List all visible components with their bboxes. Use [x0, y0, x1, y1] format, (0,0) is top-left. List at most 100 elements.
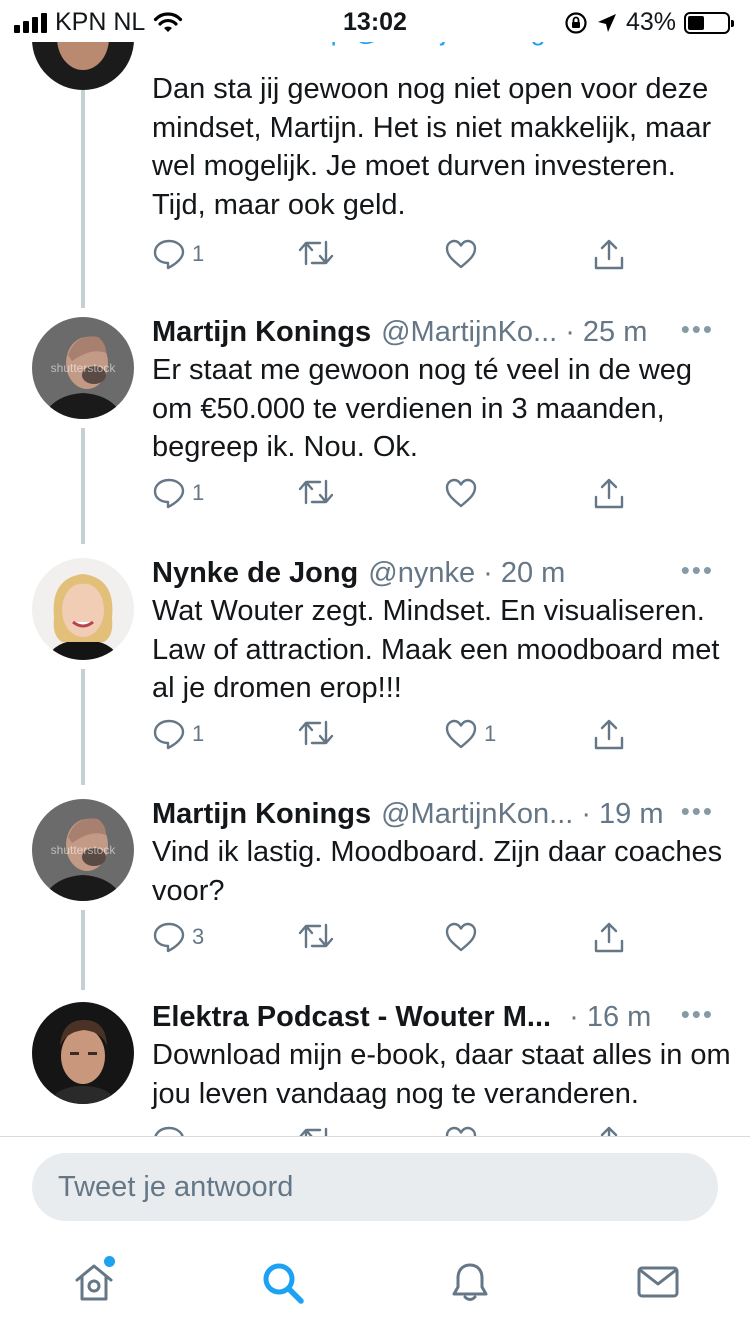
reply-count: 1 [192, 480, 205, 505]
retweet-icon [298, 720, 334, 746]
like-button[interactable] [444, 921, 484, 953]
heart-icon [445, 922, 477, 952]
more-options-icon[interactable]: ••• [681, 999, 714, 1030]
tweet-text: Dan sta jij gewoon nog niet open voor de… [152, 73, 712, 221]
author-handle[interactable]: @MartijnKo... [381, 316, 557, 349]
tweet-actions: 1 1 [152, 718, 652, 758]
retweet-icon [298, 923, 334, 949]
tweet-item[interactable]: shutterstock Martijn Konings @MartijnKon… [0, 794, 750, 994]
reply-button[interactable]: 1 [152, 238, 204, 270]
avatar-watermark: shutterstock [51, 361, 117, 375]
retweet-button[interactable] [298, 477, 334, 507]
avatar-photo-man: shutterstock [32, 317, 134, 419]
thread-line [81, 428, 85, 544]
tweet-text: Wat Wouter zegt. Mindset. En visualisere… [152, 595, 720, 704]
share-icon [594, 922, 624, 953]
reply-icon [153, 719, 185, 750]
share-icon [594, 719, 624, 750]
reply-icon [153, 922, 185, 953]
tab-messages[interactable] [636, 1260, 680, 1309]
author-name[interactable]: Elektra Podcast - Wouter M... [152, 1001, 551, 1034]
share-button[interactable] [592, 718, 626, 752]
reply-button[interactable]: 1 [152, 718, 204, 750]
share-button[interactable] [592, 238, 626, 272]
like-button[interactable] [444, 1125, 478, 1136]
more-options-icon[interactable]: ••• [681, 796, 714, 827]
tweet-time: · 19 m [581, 797, 664, 830]
reply-thread[interactable]: Als antwoord op @MartijnKonings Dan sta … [0, 0, 750, 1136]
author-name[interactable]: Martijn Konings [152, 316, 371, 349]
share-button[interactable] [592, 477, 626, 511]
retweet-icon [299, 1127, 328, 1136]
home-notification-dot [104, 1256, 115, 1267]
retweet-button[interactable] [298, 1125, 334, 1136]
share-button[interactable] [592, 1125, 626, 1136]
like-count: 1 [484, 721, 497, 746]
compose-bar: Tweet je antwoord [0, 1136, 750, 1236]
reply-count: 3 [192, 924, 205, 949]
retweet-icon [298, 240, 334, 266]
tweet-actions: 1 [152, 477, 652, 517]
avatar[interactable] [32, 1002, 134, 1104]
reply-icon [153, 478, 185, 509]
like-button[interactable] [444, 477, 484, 509]
author-handle[interactable]: @MartijnKon... [381, 798, 573, 831]
share-icon [594, 239, 624, 270]
retweet-button[interactable] [298, 921, 334, 951]
share-button[interactable] [592, 921, 626, 955]
like-button[interactable] [444, 238, 484, 270]
battery-icon [684, 11, 734, 34]
heart-icon [445, 1126, 477, 1136]
tweet-actions [152, 1125, 652, 1136]
tweet-item[interactable]: shutterstock Martijn Konings @MartijnKo.… [0, 312, 750, 552]
reply-icon [153, 239, 185, 270]
retweet-button[interactable] [298, 238, 334, 268]
bell-icon [452, 1263, 488, 1301]
heart-icon [445, 239, 477, 269]
thread-line [81, 669, 85, 785]
avatar[interactable] [32, 558, 134, 660]
tweet-text: Vind ik lastig. Moodboard. Zijn daar coa… [152, 836, 723, 907]
more-options-icon[interactable]: ••• [681, 555, 714, 586]
tab-home[interactable] [72, 1256, 116, 1309]
tweet-time: · 16 m [569, 1000, 652, 1033]
retweet-icon [298, 479, 334, 505]
retweet-button[interactable] [298, 718, 334, 748]
reply-button[interactable] [152, 1125, 186, 1136]
author-handle[interactable]: @nynke [368, 557, 475, 590]
rotation-lock-icon [565, 11, 587, 34]
location-arrow-icon [597, 13, 616, 32]
author-name[interactable]: Nynke de Jong [152, 557, 358, 590]
reply-input[interactable]: Tweet je antwoord [32, 1153, 718, 1221]
heart-icon [445, 719, 477, 749]
tweet-item[interactable]: Als antwoord op @MartijnKonings Dan sta … [0, 0, 750, 308]
status-right: 43% [564, 8, 734, 37]
reply-button[interactable]: 1 [152, 477, 204, 509]
reply-count: 1 [192, 241, 205, 266]
tweet-header: Elektra Podcast - Wouter M... · 16 m ••• [152, 997, 720, 1037]
author-name[interactable]: Martijn Konings [152, 798, 371, 831]
tweet-time: · 20 m [483, 556, 566, 589]
thread-line [81, 90, 85, 308]
thread-line [81, 910, 85, 990]
like-button[interactable]: 1 [444, 718, 496, 750]
tab-notifications[interactable] [448, 1260, 492, 1309]
reply-count: 1 [192, 721, 205, 746]
share-icon [594, 478, 624, 509]
tab-search[interactable] [260, 1260, 306, 1311]
tweet-item[interactable]: Elektra Podcast - Wouter M... · 16 m •••… [0, 997, 750, 1136]
search-icon [263, 1263, 304, 1304]
avatar-photo-man [32, 1002, 134, 1104]
tweet-header: Nynke de Jong @nynke · 20 m ••• [152, 553, 720, 593]
tab-bar [0, 1236, 750, 1334]
more-options-icon[interactable]: ••• [681, 314, 714, 345]
reply-button[interactable]: 3 [152, 921, 204, 953]
avatar[interactable]: shutterstock [32, 317, 134, 419]
tweet-time: · 25 m [565, 315, 648, 348]
tweet-actions: 3 [152, 921, 652, 961]
tweet-text: Er staat me gewoon nog té veel in de weg… [152, 354, 693, 463]
avatar-photo-man: shutterstock [32, 799, 134, 901]
tweet-item[interactable]: Nynke de Jong @nynke · 20 m ••• Wat Wout… [0, 553, 750, 793]
tweet-text: Download mijn e-book, daar staat alles i… [152, 1039, 731, 1110]
avatar[interactable]: shutterstock [32, 799, 134, 901]
